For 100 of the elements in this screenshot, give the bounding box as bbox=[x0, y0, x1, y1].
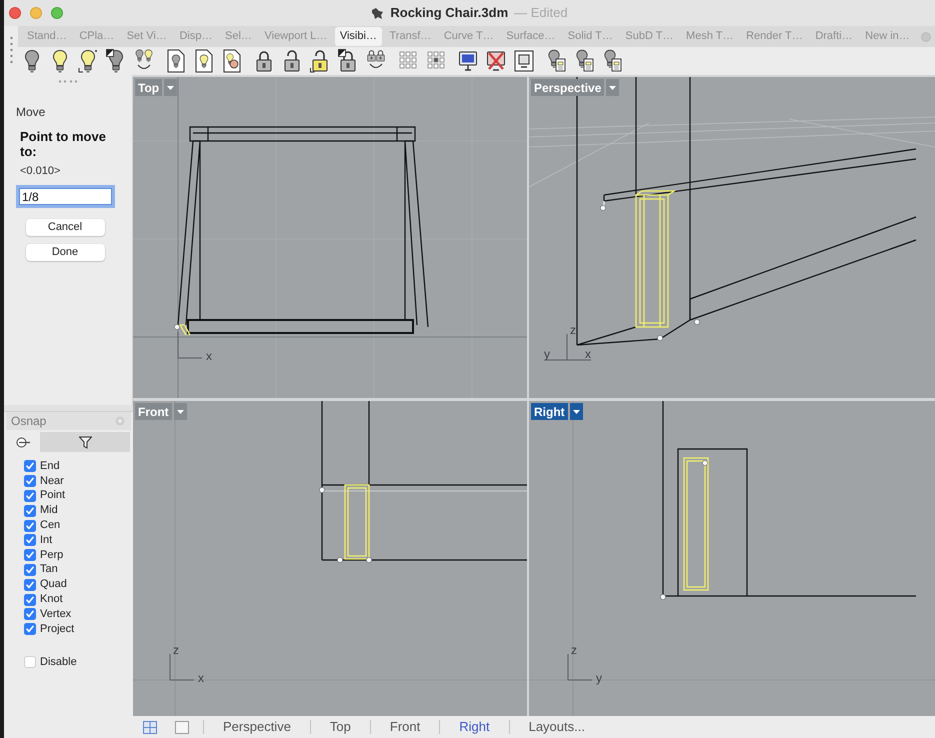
grip-point-icon[interactable] bbox=[319, 487, 325, 493]
padlock-icon[interactable] bbox=[310, 49, 330, 73]
axis-label: z bbox=[173, 644, 179, 656]
target-arrow-icon bbox=[16, 436, 31, 448]
grip-point-icon[interactable] bbox=[657, 335, 663, 341]
layouts-button[interactable]: Layouts... bbox=[510, 717, 604, 737]
lightbulb-icon[interactable] bbox=[22, 49, 42, 73]
crossed-monitor-icon[interactable] bbox=[486, 49, 506, 73]
viewport[interactable]: Right z y bbox=[529, 401, 935, 716]
axis-label: z bbox=[571, 644, 577, 656]
grip-point-icon[interactable] bbox=[174, 324, 180, 330]
toolbar-tab[interactable]: Transf… bbox=[384, 27, 436, 46]
viewport-menu-button[interactable] bbox=[570, 403, 583, 420]
filter-icon bbox=[78, 436, 92, 448]
viewport-title[interactable]: Perspective bbox=[531, 79, 604, 96]
panel-tab[interactable] bbox=[40, 432, 130, 452]
drag-handle-icon[interactable] bbox=[10, 36, 12, 66]
grip-point-icon[interactable] bbox=[694, 319, 700, 325]
toolbar-tab[interactable]: New in… bbox=[860, 27, 915, 46]
padlock-icon[interactable] bbox=[282, 49, 302, 73]
toolbar-tab[interactable]: Disp… bbox=[174, 27, 218, 46]
lightbulb-document-icon[interactable] bbox=[602, 49, 622, 73]
viewport-tab[interactable]: Top bbox=[310, 717, 370, 737]
checkbox[interactable] bbox=[24, 549, 36, 562]
viewport-tab[interactable]: Right bbox=[440, 717, 509, 737]
command-button[interactable]: Done bbox=[26, 244, 104, 260]
default-value: <0.010> bbox=[20, 164, 60, 179]
checkbox[interactable] bbox=[24, 656, 36, 668]
monitor-icon[interactable] bbox=[458, 49, 478, 73]
checkbox[interactable] bbox=[24, 623, 36, 636]
toolbar-tab[interactable]: CPla… bbox=[74, 27, 120, 46]
selected-part-outline[interactable] bbox=[179, 324, 191, 336]
document-status: — Edited bbox=[514, 4, 568, 22]
grip-point-icon[interactable] bbox=[600, 205, 606, 211]
viewport-tab[interactable]: Front bbox=[370, 717, 440, 737]
axis-label: y bbox=[596, 672, 602, 684]
grip-point-icon[interactable] bbox=[337, 557, 343, 563]
toolbar-tab[interactable]: Solid T… bbox=[562, 27, 618, 46]
checkbox[interactable] bbox=[24, 475, 36, 488]
lightbulb-icon[interactable] bbox=[106, 49, 126, 73]
lightbulb-icon[interactable] bbox=[78, 49, 98, 73]
command-button[interactable]: Cancel bbox=[26, 218, 104, 236]
toolbar-tab[interactable]: Set Vi… bbox=[122, 27, 172, 46]
toolbar-tab[interactable]: Curve T… bbox=[438, 27, 499, 46]
zoom-button[interactable] bbox=[51, 7, 63, 19]
toolbar-tab[interactable]: Visibi… bbox=[334, 27, 382, 46]
viewport-title[interactable]: Right bbox=[531, 403, 568, 420]
toolbar-tab[interactable]: Drafti… bbox=[810, 27, 858, 46]
toolbar-tab[interactable]: Sel… bbox=[220, 27, 257, 46]
toolbar-tab[interactable]: Viewport L… bbox=[259, 27, 332, 46]
file-icon bbox=[371, 6, 384, 20]
grip-point-icon[interactable] bbox=[660, 594, 666, 600]
checkbox-label: Point bbox=[40, 489, 66, 502]
toolbar-tab[interactable]: Surface… bbox=[501, 27, 560, 46]
four-viewports-icon[interactable] bbox=[143, 720, 157, 734]
checkbox-label: Quad bbox=[40, 578, 67, 592]
axis-label: x bbox=[585, 348, 591, 360]
checkbox[interactable] bbox=[24, 594, 36, 606]
axis-icon bbox=[178, 332, 202, 358]
checkbox[interactable] bbox=[24, 534, 36, 546]
padlock-icon[interactable] bbox=[254, 49, 274, 73]
viewport-tab[interactable]: Perspective bbox=[204, 717, 310, 737]
checkbox[interactable] bbox=[24, 490, 36, 502]
lightbulb-icon[interactable] bbox=[50, 49, 70, 73]
viewport-menu-button[interactable] bbox=[174, 403, 187, 420]
command-name: Move bbox=[16, 104, 46, 121]
axis-label: x bbox=[198, 672, 204, 684]
document-icon[interactable] bbox=[166, 49, 186, 73]
checkbox[interactable] bbox=[24, 504, 36, 517]
checkbox[interactable] bbox=[24, 608, 36, 620]
checkbox[interactable] bbox=[24, 520, 36, 532]
toolbar-tab[interactable]: SubD T… bbox=[620, 27, 678, 46]
lightbulb-document-icon[interactable] bbox=[574, 49, 594, 73]
viewport-title[interactable]: Top bbox=[135, 79, 162, 96]
checkbox-label: Knot bbox=[40, 593, 63, 606]
document-icon[interactable] bbox=[194, 49, 214, 73]
padlock-icon[interactable] bbox=[338, 49, 358, 73]
toolbar-tab[interactable]: Mesh T… bbox=[681, 27, 739, 46]
checkbox[interactable] bbox=[24, 578, 36, 591]
grip-point-icon[interactable] bbox=[702, 460, 708, 466]
checkbox[interactable] bbox=[24, 460, 36, 472]
caret-icon bbox=[176, 410, 184, 414]
checkbox-label: Mid bbox=[40, 504, 58, 518]
toolbar-tab[interactable]: Stand… bbox=[22, 27, 72, 46]
viewport[interactable]: Front z x bbox=[133, 401, 527, 716]
grip-icon[interactable] bbox=[58, 80, 78, 83]
document-icon[interactable] bbox=[222, 49, 242, 73]
checkbox-label: Disable bbox=[40, 656, 77, 669]
viewport[interactable]: Perspective z y x bbox=[529, 77, 935, 398]
single-viewport-icon[interactable] bbox=[175, 720, 189, 734]
checkbox[interactable] bbox=[24, 564, 36, 576]
framed-monitor-icon[interactable] bbox=[514, 49, 534, 73]
grip-point-icon[interactable] bbox=[366, 557, 372, 563]
command-input[interactable]: 1/8 bbox=[19, 188, 112, 205]
viewport-menu-button[interactable] bbox=[606, 79, 620, 96]
toolbar-tab[interactable]: Render T… bbox=[741, 27, 808, 46]
close-button[interactable] bbox=[9, 7, 21, 19]
viewport-title[interactable]: Front bbox=[135, 403, 172, 420]
viewport-menu-button[interactable] bbox=[164, 79, 178, 96]
lightbulb-document-icon[interactable] bbox=[546, 49, 566, 73]
